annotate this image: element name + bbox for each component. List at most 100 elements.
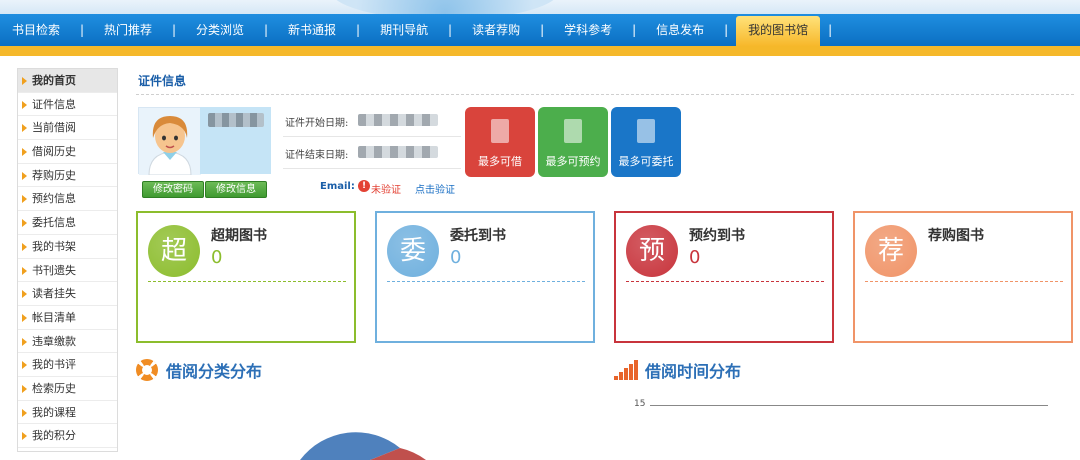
arrow-right-icon [22,384,27,393]
sidebar-item[interactable]: 违章缴款 [18,330,117,354]
main-navigation: 书目检索 | 热门推荐 | 分类浏览 | 新书通报 | 期刊导航 | 读者荐购 | 学科参考 | 信息发布 |… [0,14,1080,46]
sidebar-item-label: 我的书评 [32,358,76,372]
recommended-badge-icon: 荐 [865,225,917,277]
sidebar-item[interactable]: 借阅历史 [18,140,117,164]
stat-card-value: 0 [450,247,462,268]
sidebar-item[interactable]: 我的课程 [18,401,117,425]
sidebar-item[interactable]: 书刊遗失 [18,259,117,283]
card-start-date-redacted [358,114,438,126]
arrow-right-icon [22,266,27,275]
avatar [138,107,201,176]
sidebar-item[interactable]: 当前借阅 [18,116,117,141]
stat-card-value: 0 [689,247,701,268]
arrow-right-icon [22,77,27,85]
email-label: Email: [320,181,355,192]
arrow-right-icon [22,171,27,180]
nav-separator: | [540,23,545,37]
tile-label: 最多可借 [478,155,522,168]
stat-card-divider [626,281,824,282]
arrow-right-icon [22,242,27,251]
nav-underline-bar [0,46,1080,56]
nav-separator: | [724,23,729,37]
nav-item[interactable]: 分类浏览 [184,14,256,46]
stat-card-title: 荐购图书 [928,228,984,244]
nav-item[interactable]: 书目检索 [0,14,72,46]
tile-max-borrow[interactable]: 最多可借 [465,107,535,177]
nav-separator: | [356,23,361,37]
arrow-right-icon [22,432,27,441]
card-end-date-redacted [358,146,438,158]
stat-card-entrusted[interactable]: 委 委托到书 0 [375,211,595,343]
sidebar-item-label: 荐购历史 [32,168,76,182]
time-chart-title: 借阅时间分布 [645,362,742,381]
section-title: 证件信息 [138,74,187,88]
tile-label: 最多可预约 [545,155,601,168]
sidebar-item[interactable]: 我的首页 [18,69,117,93]
sidebar-item[interactable]: 证件信息 [18,93,117,117]
stat-card-divider [148,281,346,282]
time-chart-gridline [650,405,1048,406]
reserved-badge-icon: 预 [626,225,678,277]
max-entrust-value-redacted [637,119,655,143]
stat-card-title: 超期图书 [211,228,267,244]
edit-info-button[interactable]: 修改信息 [205,181,267,198]
change-password-button[interactable]: 修改密码 [142,181,204,198]
tile-max-reserve[interactable]: 最多可预约 [538,107,608,177]
stat-card-overdue[interactable]: 超 超期图书 0 [136,211,356,343]
arrow-right-icon [22,313,27,322]
stat-card-recommended[interactable]: 荐 荐购图书 [853,211,1073,343]
nav-item[interactable]: 期刊导航 [368,14,440,46]
arrow-right-icon [22,361,27,370]
arrow-right-icon [22,100,27,109]
card-end-date-label: 证件结束日期: [285,150,349,161]
max-borrow-value-redacted [491,119,509,143]
sidebar-item-label: 书刊遗失 [32,263,76,277]
sidebar-item-label: 委托信息 [32,216,76,230]
nav-item[interactable]: 热门推荐 [92,14,164,46]
sidebar-item[interactable]: 帐目清单 [18,306,117,330]
sidebar-item-label: 检索历史 [32,381,76,395]
sidebar-item-label: 我的首页 [32,74,76,87]
sidebar-item[interactable]: 我的积分 [18,424,117,448]
reader-name-panel [200,107,271,174]
info-divider [283,168,461,169]
info-divider [283,136,461,137]
nav-separator: | [632,23,637,37]
lifebuoy-icon [136,359,158,381]
arrow-right-icon [22,408,27,417]
nav-item[interactable]: 信息发布 [644,14,716,46]
nav-item[interactable]: 学科参考 [552,14,624,46]
nav-item[interactable]: 我的图书馆 [736,16,821,46]
arrow-right-icon [22,337,27,346]
max-reserve-value-redacted [564,119,582,143]
nav-separator: | [79,23,85,37]
category-chart-title: 借阅分类分布 [166,362,263,381]
bar-chart-icon [614,360,638,380]
sidebar-item[interactable]: 我的书评 [18,353,117,377]
sidebar-item[interactable]: 预约信息 [18,187,117,212]
tile-label: 最多可委托 [618,155,674,168]
warning-icon: ! [358,180,370,192]
sidebar-item-label: 当前借阅 [32,121,76,135]
email-unverified-status: 未验证 [371,185,401,196]
sidebar-item[interactable]: 读者挂失 [18,282,117,306]
arrow-right-icon [22,290,27,299]
sidebar-item[interactable]: 荐购历史 [18,164,117,188]
nav-item[interactable]: 读者荐购 [460,14,532,46]
sidebar-item[interactable]: 委托信息 [18,211,117,235]
tile-max-entrust[interactable]: 最多可委托 [611,107,681,177]
sidebar-item-label: 违章缴款 [32,334,76,348]
banner-decoration [330,0,560,14]
arrow-right-icon [22,195,27,204]
sidebar-item[interactable]: 检索历史 [18,377,117,401]
entrusted-badge-icon: 委 [387,225,439,277]
card-start-date-label: 证件开始日期: [285,118,349,129]
stat-card-divider [865,281,1063,282]
nav-list: 书目检索 | 热门推荐 | 分类浏览 | 新书通报 | 期刊导航 | 读者荐购 | 学科参考 | 信息发布 |… [0,14,840,46]
nav-item[interactable]: 新书通报 [276,14,348,46]
verify-email-link[interactable]: 点击验证 [415,181,455,196]
category-pie-chart [300,432,426,460]
sidebar-item[interactable]: 我的书架 [18,235,117,259]
stat-card-reserved[interactable]: 预 预约到书 0 [614,211,834,343]
time-chart-y-tick: 15 [634,399,646,409]
